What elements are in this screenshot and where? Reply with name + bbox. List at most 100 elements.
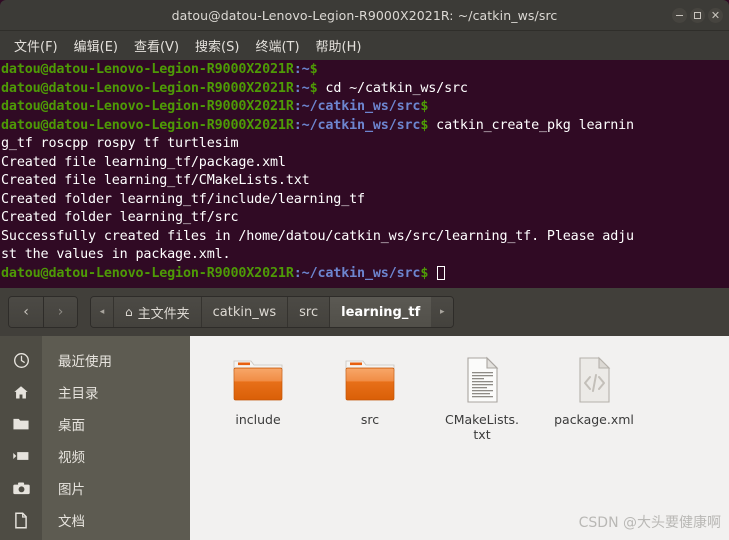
breadcrumb-item-home[interactable]: ⌂ 主文件夹 — [113, 297, 201, 327]
terminal-window: datou@datou-Lenovo-Legion-R9000X2021R: ~… — [0, 0, 729, 288]
terminal-text: g_tf roscpp rospy tf turtlesim — [1, 136, 239, 151]
terminal-text: Created file learning_tf/package.xml — [1, 154, 286, 170]
terminal-output-line: st the values in package.xml. — [1, 246, 729, 265]
terminal-cwd: :~/catkin_ws/src — [293, 117, 421, 133]
sidebar-icon-rail — [0, 336, 42, 540]
minimize-button[interactable] — [672, 8, 687, 23]
maximize-button[interactable] — [690, 8, 705, 23]
file-label-line: CMakeLists. — [445, 412, 519, 427]
terminal-user-host: datou@datou-Lenovo-Legion-R9000X2021R — [1, 99, 294, 114]
file-manager: ‹ › ◂ ⌂ 主文件夹 catkin_ws src learning_tf ▸ — [0, 288, 729, 540]
breadcrumb-item-src[interactable]: src — [287, 297, 330, 327]
sidebar: 最近使用 主目录 桌面 视频 图片 文档 — [0, 336, 190, 540]
sidebar-item-videos[interactable]: 视频 — [42, 440, 190, 472]
terminal-output-line: Successfully created files in /home/dato… — [1, 228, 729, 247]
code-file-icon — [563, 354, 625, 406]
terminal-command: catkin_create_pkg learnin — [428, 117, 634, 133]
breadcrumb-item-label: 主文件夹 — [137, 306, 190, 322]
clock-icon[interactable] — [0, 344, 42, 376]
terminal-text: st the values in package.xml. — [1, 247, 231, 262]
file-item-label: include — [235, 412, 280, 427]
folder-icon — [339, 354, 401, 406]
terminal-output-line: Created folder learning_tf/src — [1, 209, 729, 228]
folder-icon[interactable] — [0, 408, 42, 440]
terminal-prompt-line: datou@datou-Lenovo-Legion-R9000X2021R:~$… — [1, 80, 729, 99]
terminal-prompt-symbol: $ — [309, 80, 318, 96]
folder-icon — [227, 354, 289, 406]
window-controls: ✕ — [672, 0, 723, 31]
terminal-text: Created folder learning_tf/include/learn… — [1, 191, 365, 207]
terminal-user-host: datou@datou-Lenovo-Legion-R9000X2021R — [1, 80, 294, 96]
close-icon[interactable]: ✕ — [708, 8, 723, 23]
terminal-prompt-line: datou@datou-Lenovo-Legion-R9000X2021R:~/… — [1, 98, 729, 117]
file-item-label: CMakeLists. txt — [445, 412, 519, 442]
sidebar-item-desktop[interactable]: 桌面 — [42, 408, 190, 440]
sidebar-item-recent[interactable]: 最近使用 — [42, 344, 190, 376]
terminal-cursor — [437, 265, 446, 280]
file-manager-body: 最近使用 主目录 桌面 视频 图片 文档 include src CMakeLi… — [0, 336, 729, 540]
terminal-command — [428, 266, 436, 281]
terminal-text: Successfully created files in /home/dato… — [1, 228, 634, 244]
terminal-prompt-symbol: $ — [420, 99, 429, 114]
menu-item-help[interactable]: 帮助(H) — [308, 33, 370, 58]
file-item-package-xml[interactable]: package.xml — [538, 350, 650, 442]
window-title: datou@datou-Lenovo-Legion-R9000X2021R: ~… — [171, 8, 558, 23]
terminal-user-host: datou@datou-Lenovo-Legion-R9000X2021R — [1, 265, 294, 281]
document-icon[interactable] — [0, 504, 42, 536]
terminal-output-line: Created file learning_tf/package.xml — [1, 154, 729, 173]
home-icon: ⌂ — [125, 305, 133, 319]
terminal-output-line: g_tf roscpp rospy tf turtlesim — [1, 135, 729, 154]
terminal-text: Created file learning_tf/CMakeLists.txt — [1, 173, 310, 188]
file-label-line: include — [235, 412, 281, 427]
home-icon[interactable] — [0, 376, 42, 408]
breadcrumb-scroll-right-icon[interactable]: ▸ — [431, 297, 454, 327]
terminal-output-line: Created file learning_tf/CMakeLists.txt — [1, 172, 729, 191]
terminal-cwd: :~/catkin_ws/src — [293, 265, 421, 281]
breadcrumb-scroll-left-icon[interactable]: ◂ — [91, 297, 113, 327]
terminal-menubar: 文件(F) 编辑(E) 查看(V) 搜索(S) 终端(T) 帮助(H) — [0, 31, 729, 60]
file-item-label: package.xml — [554, 412, 634, 427]
menu-item-view[interactable]: 查看(V) — [126, 33, 187, 58]
camera-icon[interactable] — [0, 472, 42, 504]
watermark: CSDN @大头要健康啊 — [578, 515, 721, 531]
terminal-user-host: datou@datou-Lenovo-Legion-R9000X2021R — [1, 62, 294, 77]
breadcrumb: ◂ ⌂ 主文件夹 catkin_ws src learning_tf ▸ — [90, 296, 455, 328]
video-icon[interactable] — [0, 440, 42, 472]
file-label-line: package.xml — [554, 412, 634, 427]
terminal-prompt-symbol: $ — [309, 62, 318, 77]
menu-item-search[interactable]: 搜索(S) — [187, 33, 247, 58]
sidebar-item-documents[interactable]: 文档 — [42, 504, 190, 536]
terminal-cwd: :~/catkin_ws/src — [293, 99, 421, 114]
menu-item-edit[interactable]: 编辑(E) — [66, 33, 126, 58]
file-item-cmakelists[interactable]: CMakeLists. txt — [426, 350, 538, 442]
breadcrumb-item-catkin-ws[interactable]: catkin_ws — [200, 297, 288, 327]
menu-item-file[interactable]: 文件(F) — [6, 33, 66, 58]
terminal-output[interactable]: datou@datou-Lenovo-Legion-R9000X2021R:~$… — [0, 60, 729, 288]
sidebar-item-pictures[interactable]: 图片 — [42, 472, 190, 504]
forward-button[interactable]: › — [43, 297, 77, 327]
terminal-prompt-line: datou@datou-Lenovo-Legion-R9000X2021R:~/… — [1, 265, 729, 284]
sidebar-places: 最近使用 主目录 桌面 视频 图片 文档 — [42, 336, 190, 540]
file-item-label: src — [361, 412, 379, 427]
file-label-line: txt — [473, 427, 491, 442]
terminal-cwd: :~ — [293, 62, 310, 77]
terminal-user-host: datou@datou-Lenovo-Legion-R9000X2021R — [1, 117, 294, 133]
terminal-text: Created folder learning_tf/src — [1, 210, 239, 225]
terminal-cwd: :~ — [293, 80, 310, 96]
file-list[interactable]: include src CMakeLists. txt package.xml … — [190, 336, 729, 540]
file-item-src[interactable]: src — [314, 350, 426, 442]
breadcrumb-item-learning-tf[interactable]: learning_tf — [329, 297, 432, 327]
terminal-titlebar[interactable]: datou@datou-Lenovo-Legion-R9000X2021R: ~… — [0, 0, 729, 31]
sidebar-item-home[interactable]: 主目录 — [42, 376, 190, 408]
text-file-icon — [451, 354, 513, 406]
pathbar: ‹ › ◂ ⌂ 主文件夹 catkin_ws src learning_tf ▸ — [0, 288, 729, 336]
terminal-output-line: Created folder learning_tf/include/learn… — [1, 191, 729, 210]
terminal-command: cd ~/catkin_ws/src — [317, 80, 468, 96]
file-item-include[interactable]: include — [202, 350, 314, 442]
menu-item-terminal[interactable]: 终端(T) — [247, 33, 307, 58]
back-button[interactable]: ‹ — [9, 297, 43, 327]
file-label-line: src — [360, 412, 380, 427]
nav-buttons: ‹ › — [8, 296, 78, 328]
terminal-prompt-line: datou@datou-Lenovo-Legion-R9000X2021R:~/… — [1, 117, 729, 136]
terminal-prompt-line: datou@datou-Lenovo-Legion-R9000X2021R:~$ — [1, 61, 729, 80]
